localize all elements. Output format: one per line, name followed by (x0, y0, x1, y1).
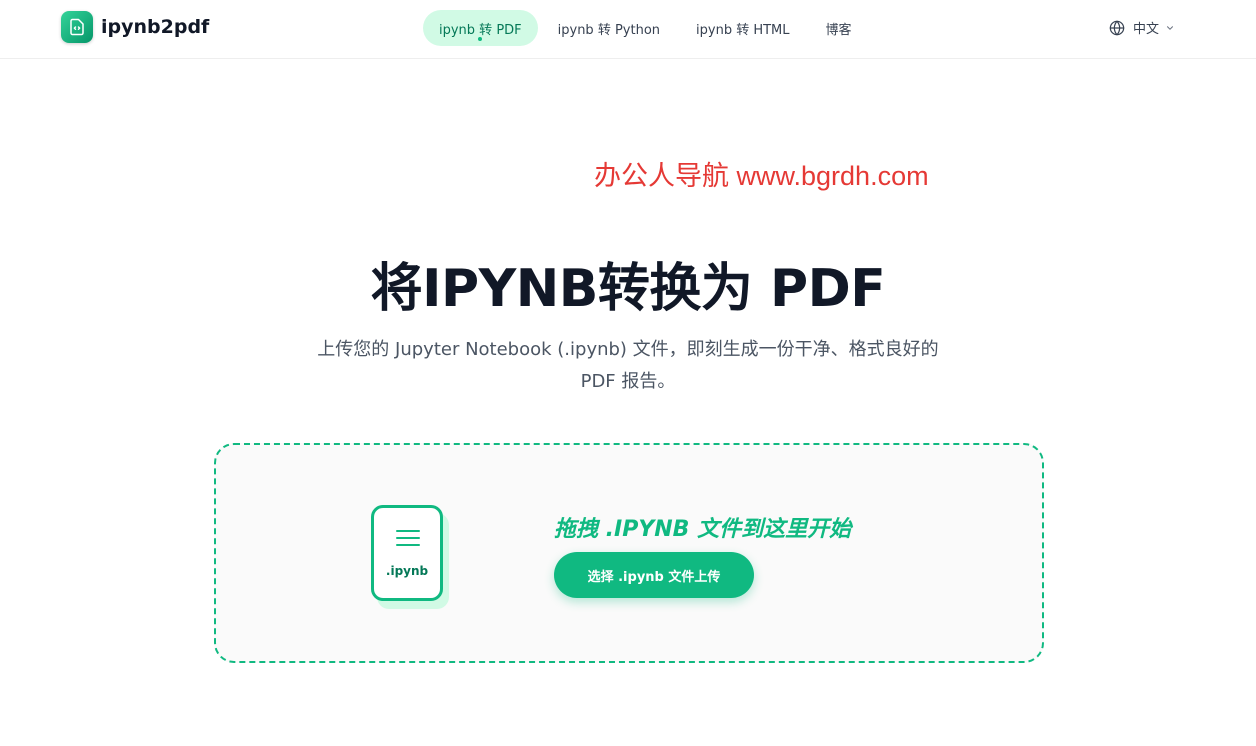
language-selector[interactable]: 中文 (1109, 18, 1175, 37)
watermark-text: 办公人导航 www.bgrdh.com (594, 161, 929, 191)
ipynb-file-icon: .ipynb (371, 505, 449, 609)
chevron-down-icon (1166, 25, 1174, 30)
nav-ipynb-to-html[interactable]: ipynb 转 HTML (680, 10, 806, 46)
nav-blog[interactable]: 博客 (810, 10, 868, 46)
select-file-upload-button[interactable]: 选择 .ipynb 文件上传 (554, 552, 754, 598)
file-card: .ipynb (371, 505, 443, 601)
logo[interactable]: ipynb2pdf (61, 11, 209, 43)
subtitle-line-2: PDF 报告。 (580, 371, 676, 392)
file-extension-label: .ipynb (385, 564, 429, 578)
brand-name: ipynb2pdf (101, 16, 210, 38)
globe-icon (1109, 19, 1125, 36)
page-title: 将IPYNB转换为 PDF (370, 259, 886, 319)
nav-ipynb-to-pdf[interactable]: ipynb 转 PDF (423, 10, 538, 46)
notebook-file-icon (61, 11, 93, 43)
menu-lines-icon (396, 530, 420, 551)
subtitle-line-1: 上传您的 Jupyter Notebook (.ipynb) 文件，即刻生成一份… (317, 339, 939, 360)
main-nav: ipynb 转 PDF ipynb 转 Python ipynb 转 HTML … (423, 10, 872, 46)
file-dropzone[interactable]: .ipynb 拖拽 .IPYNB 文件到这里开始 选择 .ipynb 文件上传 (214, 443, 1044, 663)
top-header: ipynb2pdf ipynb 转 PDF ipynb 转 Python ipy… (0, 0, 1256, 59)
nav-ipynb-to-python[interactable]: ipynb 转 Python (542, 10, 676, 46)
language-label: 中文 (1133, 22, 1160, 37)
dropzone-title: 拖拽 .IPYNB 文件到这里开始 (554, 517, 852, 542)
page-subtitle: 上传您的 Jupyter Notebook (.ipynb) 文件，即刻生成一份… (290, 334, 966, 398)
